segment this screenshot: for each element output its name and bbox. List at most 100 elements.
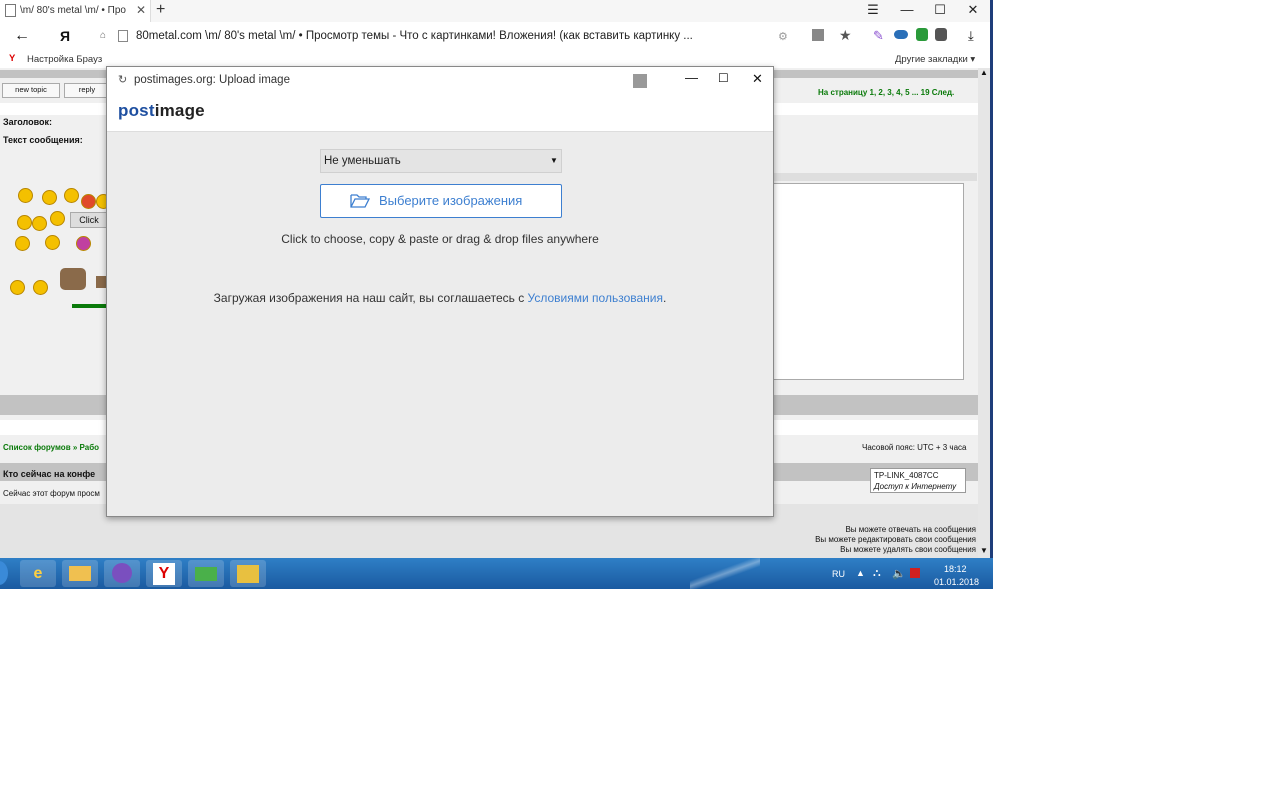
wifi-status: Доступ к Интернету bbox=[874, 482, 957, 491]
click-tooltip: Click bbox=[70, 212, 108, 228]
bookmark-settings[interactable]: Настройка Брауз bbox=[27, 54, 102, 65]
postimage-header: postimage bbox=[107, 95, 773, 132]
viber-icon[interactable] bbox=[104, 560, 140, 587]
wifi-tooltip: TP-LINK_4087CC Доступ к Интернету bbox=[870, 468, 966, 493]
angry-smiley-icon[interactable] bbox=[81, 194, 96, 209]
extension-badge-icon[interactable] bbox=[935, 28, 947, 41]
who-online-heading: Кто сейчас на конфе bbox=[3, 469, 96, 479]
wifi-network-name: TP-LINK_4087CC bbox=[874, 471, 939, 480]
choose-images-label: Выберите изображения bbox=[379, 193, 523, 208]
permission-item: Вы можете отвечать на сообщения bbox=[845, 525, 976, 534]
page-icon bbox=[118, 30, 128, 42]
terms-suffix: . bbox=[663, 291, 667, 305]
pagination[interactable]: На страницу 1, 2, 3, 4, 5 ... 19 След. bbox=[818, 88, 954, 97]
logo-post-text: post bbox=[118, 101, 155, 120]
reply-button[interactable]: reply bbox=[64, 83, 110, 98]
upload-popup-window: ↻ postimages.org: Upload image — ☐ ✕ pos… bbox=[106, 66, 774, 517]
extension-cloud-icon[interactable] bbox=[894, 30, 908, 39]
yandex-icon[interactable]: Y bbox=[146, 560, 182, 587]
chevron-down-icon: ▼ bbox=[550, 156, 558, 165]
smiley-icon[interactable] bbox=[96, 276, 106, 288]
smiley-icon[interactable] bbox=[33, 280, 48, 295]
message-label: Текст сообщения: bbox=[3, 135, 83, 145]
wifi-icon[interactable]: ⛬ bbox=[873, 567, 881, 580]
url-field[interactable]: 80metal.com \m/ 80's metal \m/ • Просмот… bbox=[136, 30, 693, 42]
tab-title: \m/ 80's metal \m/ • Про bbox=[20, 5, 126, 16]
network-icon[interactable] bbox=[188, 560, 224, 587]
terms-link[interactable]: Условиями пользования bbox=[528, 291, 663, 305]
breadcrumb[interactable]: Список форумов » Рабо bbox=[3, 443, 99, 452]
terms-text: Загружая изображения на наш сайт, вы сог… bbox=[107, 291, 773, 305]
close-button[interactable]: ✕ bbox=[958, 2, 988, 20]
taskbar-glare bbox=[690, 558, 760, 589]
popup-minimize-button[interactable]: — bbox=[685, 70, 698, 85]
taskbar: e Y RU ▲ ⛬ 🔈 18:12 01.01.2018 bbox=[0, 558, 993, 589]
smiley-icon[interactable] bbox=[64, 188, 79, 203]
upload-hint: Click to choose, copy & paste or drag & … bbox=[281, 232, 599, 246]
files-icon[interactable] bbox=[230, 560, 266, 587]
folder-open-icon bbox=[350, 194, 370, 208]
yandex-home-button[interactable]: Я bbox=[60, 28, 70, 44]
choose-images-button[interactable]: Выберите изображения bbox=[320, 184, 562, 218]
volume-icon[interactable]: 🔈 bbox=[892, 567, 906, 580]
popup-title-bar: ↻ postimages.org: Upload image — ☐ ✕ bbox=[107, 67, 773, 96]
desktop-edge bbox=[990, 0, 993, 589]
popup-maximize-button[interactable]: ☐ bbox=[718, 71, 729, 85]
logo-image-text: image bbox=[154, 101, 205, 120]
permission-item: Вы можете редактировать свои сообщения bbox=[815, 535, 976, 544]
language-indicator[interactable]: RU bbox=[832, 569, 845, 579]
permission-item: Вы можете удалять свои сообщения bbox=[840, 545, 976, 554]
tray-expand-icon[interactable]: ▲ bbox=[856, 568, 865, 578]
lock-icon: ⌂ bbox=[100, 30, 107, 41]
clock-time[interactable]: 18:12 bbox=[944, 564, 967, 574]
maximize-button[interactable]: ☐ bbox=[925, 2, 955, 20]
popup-reader-icon[interactable] bbox=[633, 74, 647, 88]
smiley-icon[interactable] bbox=[17, 215, 32, 230]
message-textarea[interactable] bbox=[772, 183, 964, 380]
other-bookmarks[interactable]: Другие закладки ▾ bbox=[895, 54, 975, 65]
smiley-icon[interactable] bbox=[10, 280, 25, 295]
scroll-up-icon[interactable]: ▲ bbox=[980, 68, 988, 77]
smiley-icon[interactable] bbox=[45, 235, 60, 250]
more-smilies-link[interactable] bbox=[72, 304, 106, 308]
resize-select-value: Не уменьшать bbox=[324, 155, 401, 167]
browser-tab-bar: \m/ 80's metal \m/ • Про ✕ + ☰ — ☐ ✕ bbox=[0, 0, 993, 22]
start-button[interactable] bbox=[0, 561, 8, 585]
reload-icon[interactable]: ↻ bbox=[118, 73, 127, 86]
tab-close-icon[interactable]: ✕ bbox=[136, 3, 146, 17]
extension-shield-icon[interactable] bbox=[916, 28, 928, 41]
browser-tab[interactable]: \m/ 80's metal \m/ • Про ✕ bbox=[0, 0, 151, 22]
ie-icon[interactable]: e bbox=[20, 560, 56, 587]
new-tab-button[interactable]: + bbox=[156, 1, 165, 19]
permissions-list: Вы можете отвечать на сообщения Вы может… bbox=[790, 525, 976, 555]
smiley-icon[interactable] bbox=[50, 211, 65, 226]
smiley-icon[interactable] bbox=[76, 236, 91, 251]
reader-icon[interactable] bbox=[812, 29, 824, 41]
smiley-icon[interactable] bbox=[42, 190, 57, 205]
antivirus-icon[interactable] bbox=[910, 568, 920, 578]
extension-pen-icon[interactable]: ✎ bbox=[873, 28, 884, 44]
download-icon[interactable]: ⤓ bbox=[968, 28, 974, 44]
timezone-label: Часовой пояс: UTC + 3 часа bbox=[862, 443, 967, 452]
scroll-down-icon[interactable]: ▼ bbox=[980, 546, 988, 555]
browsing-text: Сейчас этот форум просм bbox=[3, 489, 100, 498]
page-scrollbar[interactable]: ▲ ▼ bbox=[978, 68, 990, 558]
address-bar: ← Я ⌂ 80metal.com \m/ 80's metal \m/ • П… bbox=[0, 22, 993, 53]
popup-close-button[interactable]: ✕ bbox=[752, 71, 763, 87]
clock-date[interactable]: 01.01.2018 bbox=[934, 577, 979, 587]
bookmark-star-icon[interactable]: ★ bbox=[839, 27, 852, 44]
new-topic-button[interactable]: new topic bbox=[2, 83, 60, 98]
smiley-icon[interactable] bbox=[18, 188, 33, 203]
back-arrow-icon[interactable]: ← bbox=[14, 27, 30, 45]
terms-prefix: Загружая изображения на наш сайт, вы сог… bbox=[213, 291, 528, 305]
translate-icon[interactable]: ⚙ bbox=[778, 30, 788, 43]
smiley-icon[interactable] bbox=[32, 216, 47, 231]
explorer-icon[interactable] bbox=[62, 560, 98, 587]
resize-select[interactable]: Не уменьшать ▼ bbox=[320, 149, 562, 173]
tab-favicon-icon bbox=[5, 4, 16, 17]
postimage-logo[interactable]: postimage bbox=[118, 101, 205, 121]
smiley-icon[interactable] bbox=[15, 236, 30, 251]
browser-menu-icon[interactable]: ☰ bbox=[858, 2, 888, 20]
minimize-button[interactable]: — bbox=[892, 2, 922, 20]
bull-smiley-icon[interactable] bbox=[60, 268, 86, 290]
